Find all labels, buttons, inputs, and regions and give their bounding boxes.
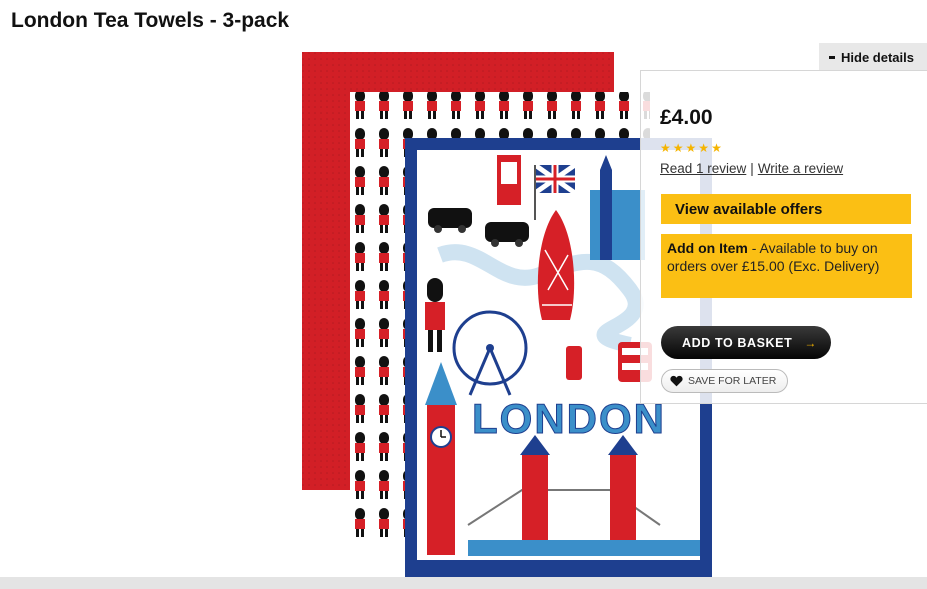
page-title: London Tea Towels - 3-pack: [11, 9, 290, 32]
product-price: £4.00: [660, 106, 713, 129]
read-review-link[interactable]: Read 1 review: [660, 161, 746, 176]
postbox: [566, 346, 582, 380]
hide-details-toggle[interactable]: Hide details: [819, 43, 927, 71]
hide-details-label: Hide details: [841, 49, 914, 65]
view-offers-button[interactable]: View available offers: [661, 194, 911, 224]
arrow-right-icon: →: [804, 335, 817, 350]
rating-stars: ★ ★ ★ ★ ★: [660, 142, 722, 154]
add-to-basket-label: ADD TO BASKET: [682, 335, 793, 350]
london-image-text: LONDON: [472, 395, 666, 442]
minus-icon: [829, 55, 835, 59]
star-icon: ★: [672, 141, 684, 155]
reviews-links: Read 1 review | Write a review: [660, 161, 843, 176]
phone-box: [497, 155, 521, 205]
review-separator: |: [750, 161, 754, 176]
write-review-link[interactable]: Write a review: [758, 161, 843, 176]
star-icon: ★: [660, 141, 671, 155]
addon-title: Add on Item: [667, 240, 748, 256]
star-icon: ★: [685, 141, 697, 155]
star-icon: ★: [711, 141, 722, 155]
add-to-basket-button[interactable]: ADD TO BASKET →: [661, 326, 831, 359]
save-for-later-button[interactable]: SAVE FOR LATER: [661, 369, 788, 393]
addon-item-notice: Add on Item - Available to buy on orders…: [661, 234, 912, 298]
star-icon: ★: [698, 141, 710, 155]
heart-icon: [670, 375, 683, 387]
save-for-later-label: SAVE FOR LATER: [688, 375, 777, 387]
footer-bar: [0, 577, 927, 589]
